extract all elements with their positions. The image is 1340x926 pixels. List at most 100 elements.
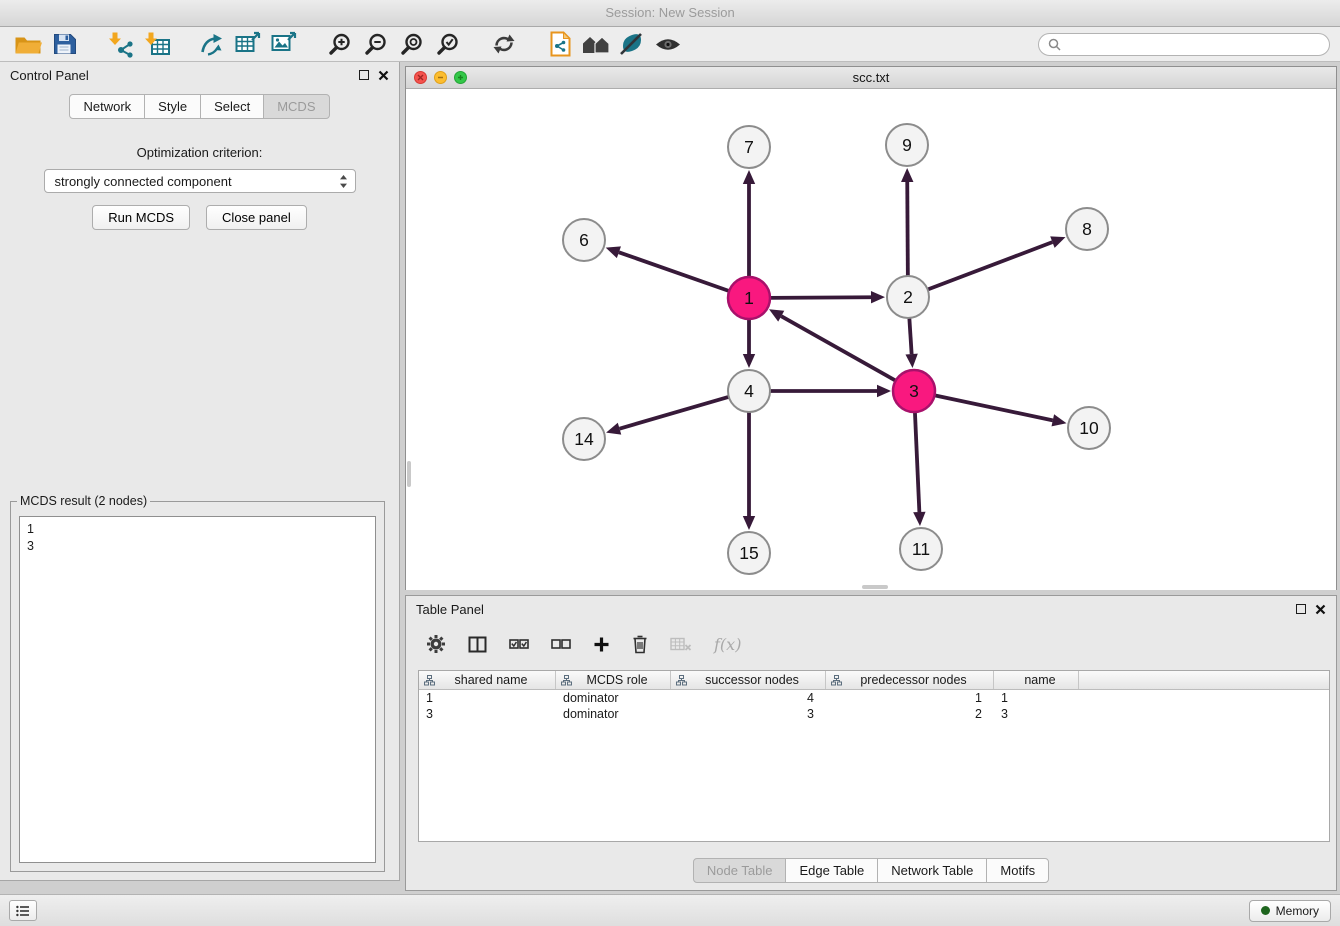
network-view-window: scc.txt 7968124314101511 — [405, 66, 1337, 590]
zoom-selected-button[interactable] — [430, 29, 466, 59]
memory-status-icon — [1261, 906, 1270, 915]
zoom-out-button[interactable] — [358, 29, 394, 59]
cell-shared-name[interactable]: 3 — [419, 707, 556, 721]
cell-mcds-role[interactable]: dominator — [556, 707, 671, 721]
zoom-fit-button[interactable] — [394, 29, 430, 59]
export-image-button[interactable] — [266, 29, 302, 59]
graph-edge-arrowhead[interactable] — [743, 170, 755, 184]
show-columns-button[interactable] — [468, 636, 487, 653]
graph-edge-arrowhead[interactable] — [877, 385, 891, 397]
mcds-result-title: MCDS result (2 nodes) — [17, 494, 150, 508]
import-table-button[interactable] — [138, 29, 174, 59]
cell-predecessor-nodes[interactable]: 2 — [826, 707, 994, 721]
zoom-in-button[interactable] — [322, 29, 358, 59]
graph-edge-4-14[interactable] — [620, 397, 730, 429]
close-panel-icon[interactable] — [378, 70, 389, 81]
houses-button[interactable] — [578, 29, 614, 59]
cell-name[interactable]: 3 — [994, 707, 1079, 721]
graph-edge-arrowhead[interactable] — [743, 516, 755, 530]
cell-shared-name[interactable]: 1 — [419, 691, 556, 705]
refresh-view-button[interactable] — [486, 29, 522, 59]
graph-edge-arrowhead[interactable] — [905, 354, 917, 368]
table-row[interactable]: 1 dominator 4 1 1 — [419, 690, 1329, 706]
delete-table-button[interactable] — [670, 637, 692, 651]
result-item[interactable]: 3 — [27, 538, 368, 555]
close-window-icon[interactable] — [414, 71, 427, 84]
column-header-successor-nodes[interactable]: successor nodes — [671, 671, 826, 689]
table-row[interactable]: 3 dominator 3 2 3 — [419, 706, 1329, 722]
split-columns-icon — [468, 636, 487, 653]
column-header-mcds-role[interactable]: MCDS role — [556, 671, 671, 689]
save-session-button[interactable] — [46, 29, 82, 59]
network-canvas[interactable]: 7968124314101511 — [406, 89, 1336, 590]
import-network-button[interactable] — [102, 29, 138, 59]
open-file-button[interactable] — [10, 29, 46, 59]
column-header-predecessor-nodes[interactable]: predecessor nodes — [826, 671, 994, 689]
tab-mcds[interactable]: MCDS — [263, 94, 329, 119]
export-network-button[interactable] — [194, 29, 230, 59]
graph-edge-arrowhead[interactable] — [606, 423, 621, 435]
cell-successor-nodes[interactable]: 4 — [671, 691, 826, 705]
criterion-select[interactable]: strongly connected component — [44, 169, 356, 193]
tab-node-table[interactable]: Node Table — [693, 858, 787, 883]
close-panel-button[interactable]: Close panel — [206, 205, 307, 230]
graph-edge-arrowhead[interactable] — [1050, 236, 1065, 248]
tab-edge-table[interactable]: Edge Table — [785, 858, 878, 883]
column-header-shared-name[interactable]: shared name — [419, 671, 556, 689]
graph-edge-arrowhead[interactable] — [871, 291, 885, 303]
function-builder-button[interactable]: f(x) — [714, 635, 741, 654]
delete-column-button[interactable] — [632, 634, 648, 654]
select-all-columns-button[interactable] — [509, 638, 529, 651]
tab-network-table[interactable]: Network Table — [877, 858, 987, 883]
graph-edge-arrowhead[interactable] — [606, 246, 621, 258]
zoom-window-icon[interactable] — [454, 71, 467, 84]
graph-node-label: 9 — [902, 135, 912, 155]
search-input[interactable] — [1066, 37, 1320, 52]
graph-edge-3-11[interactable] — [915, 411, 919, 512]
task-history-button[interactable] — [9, 900, 37, 921]
export-table-button[interactable] — [230, 29, 266, 59]
horizontal-scrollbar-thumb[interactable] — [862, 585, 888, 589]
graph-edge-1-2[interactable] — [769, 297, 871, 298]
style-brush-button[interactable] — [614, 29, 650, 59]
cell-name[interactable]: 1 — [994, 691, 1079, 705]
graph-edge-arrowhead[interactable] — [743, 354, 755, 368]
minimize-window-icon[interactable] — [434, 71, 447, 84]
tab-motifs[interactable]: Motifs — [986, 858, 1049, 883]
table-settings-button[interactable] — [426, 634, 446, 654]
mcds-result-list[interactable]: 1 3 — [19, 516, 376, 863]
add-column-button[interactable] — [593, 636, 610, 653]
cell-mcds-role[interactable]: dominator — [556, 691, 671, 705]
graph-node-label: 4 — [744, 381, 754, 401]
tab-network[interactable]: Network — [69, 94, 145, 119]
toolbar-search[interactable] — [1038, 33, 1330, 56]
graph-edge-2-8[interactable] — [927, 242, 1053, 290]
tab-select[interactable]: Select — [200, 94, 264, 119]
graph-node-label: 14 — [574, 429, 594, 449]
result-item[interactable]: 1 — [27, 521, 368, 538]
graph-edge-2-9[interactable] — [907, 182, 908, 277]
column-header-name[interactable]: name — [994, 671, 1079, 689]
graph-edge-1-6[interactable] — [619, 252, 730, 291]
clone-network-button[interactable] — [542, 29, 578, 59]
vertical-scrollbar-thumb[interactable] — [407, 461, 411, 487]
network-window-titlebar[interactable]: scc.txt — [406, 67, 1336, 89]
close-table-panel-icon[interactable] — [1315, 604, 1326, 615]
column-label: name — [1016, 673, 1055, 687]
float-panel-icon[interactable] — [359, 70, 369, 80]
graph-edge-arrowhead[interactable] — [901, 168, 913, 182]
graph-edge-arrowhead[interactable] — [1052, 414, 1067, 426]
graph-edge-2-3[interactable] — [909, 317, 911, 354]
table-panel-tabs: Node Table Edge Table Network Table Moti… — [406, 858, 1336, 883]
run-mcds-button[interactable]: Run MCDS — [92, 205, 190, 230]
memory-button[interactable]: Memory — [1249, 900, 1331, 922]
cell-successor-nodes[interactable]: 3 — [671, 707, 826, 721]
deselect-all-columns-button[interactable] — [551, 638, 571, 651]
graph-edge-3-10[interactable] — [934, 395, 1053, 420]
float-table-panel-icon[interactable] — [1296, 604, 1306, 614]
tab-style[interactable]: Style — [144, 94, 201, 119]
graph-edge-3-1[interactable] — [781, 316, 896, 381]
cell-predecessor-nodes[interactable]: 1 — [826, 691, 994, 705]
graph-edge-arrowhead[interactable] — [913, 512, 925, 526]
show-hide-button[interactable] — [650, 29, 686, 59]
